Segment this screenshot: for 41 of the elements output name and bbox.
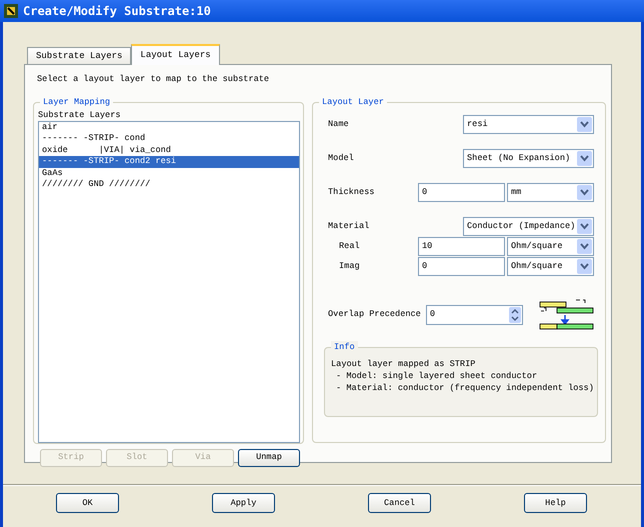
text-field[interactable]: 0 [418, 256, 505, 276]
group-title: Layout Layer [319, 96, 387, 108]
list-item[interactable]: GaAs [39, 168, 299, 180]
unit-dropdown[interactable]: mm [507, 182, 594, 202]
dropdown-field[interactable]: Conductor (Impedance) [463, 216, 594, 236]
text-field[interactable]: 0 [418, 182, 505, 202]
field-label: Model [328, 152, 354, 165]
app-icon [4, 4, 18, 18]
mapping-button[interactable]: Unmap [238, 448, 300, 467]
dialog-button[interactable]: Help [524, 493, 587, 513]
spin-arrows-icon[interactable] [508, 306, 521, 323]
dropdown-field[interactable]: resi [463, 114, 594, 134]
field-label: Name [328, 118, 349, 131]
info-text: - Model: single layered sheet conductor [335, 370, 538, 382]
list-item[interactable]: ------- -STRIP- cond [39, 133, 299, 145]
spin-field[interactable]: 0 [426, 304, 523, 325]
dropdown-field[interactable]: Sheet (No Expansion) [463, 148, 594, 168]
unit-dropdown[interactable]: Ohm/square [507, 256, 594, 276]
field-label: Thickness [328, 186, 374, 199]
unit-dropdown[interactable]: Ohm/square [507, 236, 594, 256]
info-text: - Material: conductor (frequency independent loss) [335, 382, 591, 394]
field-label: Real [339, 240, 360, 253]
tab[interactable]: Substrate Layers [27, 47, 132, 64]
list-label: Substrate Layers [38, 108, 122, 121]
list-item[interactable]: ------- -STRIP- cond2 resi [39, 156, 299, 168]
field-label: Overlap Precedence [328, 308, 421, 322]
window-title: Create/Modify Substrate:10 [23, 3, 211, 20]
list-item[interactable]: //////// GND //////// [39, 179, 299, 191]
overlap-diagram-icon [539, 298, 594, 331]
dialog-button[interactable]: Cancel [368, 493, 431, 513]
tab[interactable]: Layout Layers [131, 44, 220, 65]
dialog-button[interactable]: Apply [212, 493, 275, 513]
instruction-text: Select a layout layer to map to the substrate [37, 73, 270, 86]
field-label: Material [328, 220, 370, 233]
list-item[interactable]: oxide |VIA| via_cond [39, 144, 299, 156]
text-field[interactable]: 10 [418, 236, 505, 256]
list-item[interactable]: air [39, 122, 299, 134]
info-text: Layout layer mapped as STRIP [331, 358, 476, 370]
dialog-button[interactable]: OK [56, 493, 119, 513]
field-label: Imag [339, 260, 360, 273]
group-title: Layer Mapping [40, 96, 114, 108]
